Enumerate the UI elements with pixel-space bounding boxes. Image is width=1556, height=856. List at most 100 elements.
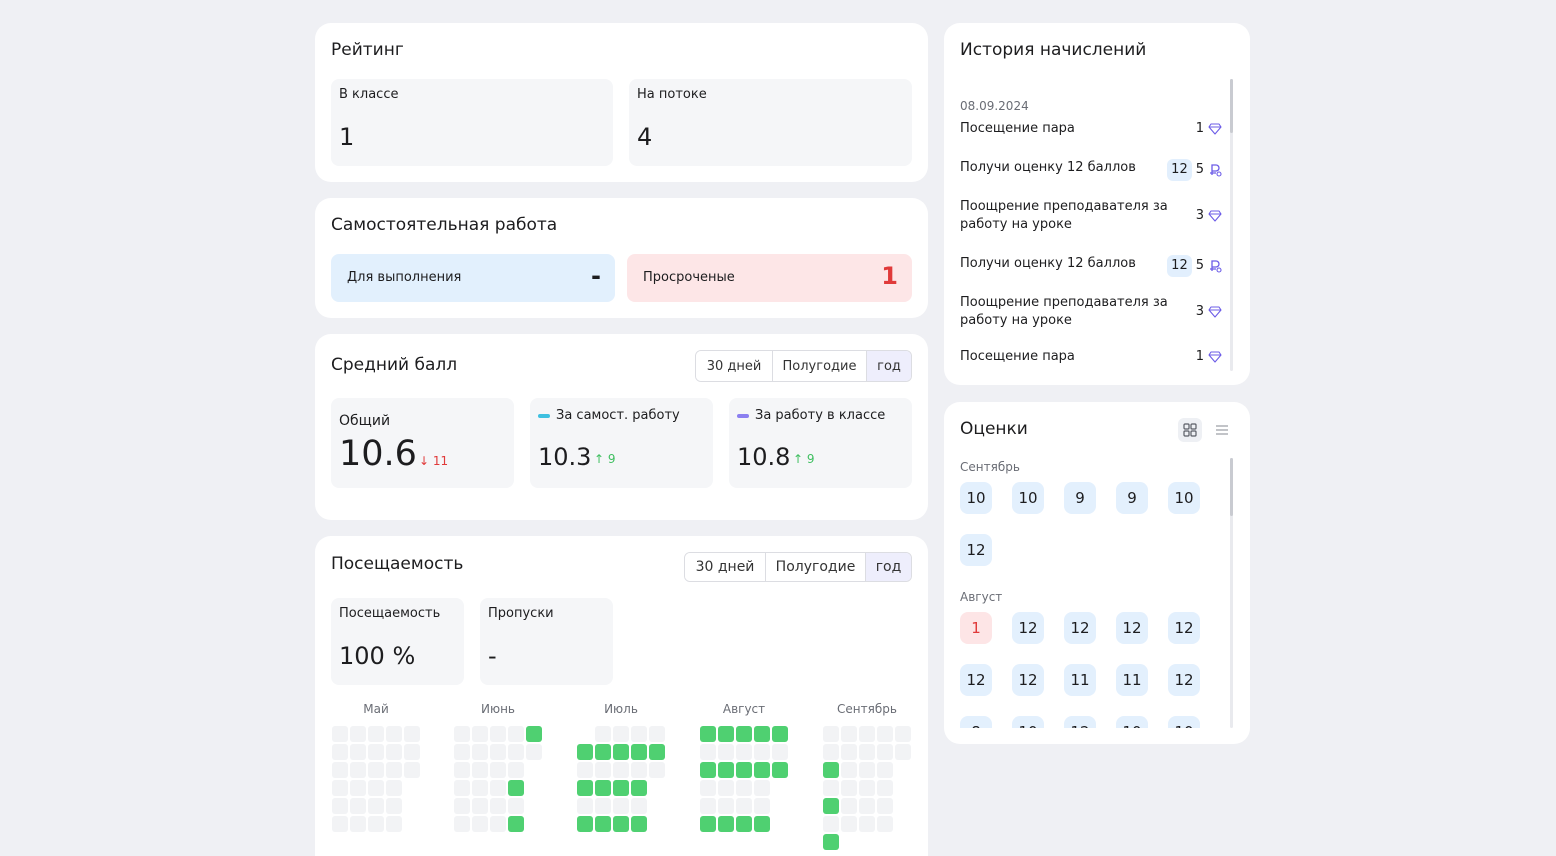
- grade-chip[interactable]: 12: [1168, 612, 1200, 644]
- attendance-day-present: [613, 816, 629, 832]
- history-item-text: Получи оценку 12 баллов: [960, 256, 1136, 271]
- attendance-day: [368, 762, 384, 778]
- grades-list[interactable]: Сентябрь 10 10 9 9 10 12 Август 1 12 12 12 12 12 12 11 1…: [944, 458, 1228, 728]
- attendance-day: [332, 780, 348, 796]
- average-period-year[interactable]: год: [866, 351, 911, 381]
- history-item-text: Поощрение преподавателя за работу на уро…: [960, 295, 1168, 328]
- average-homework-delta: ↑ 9: [594, 452, 616, 466]
- grades-scrollbar[interactable]: [1230, 458, 1233, 728]
- history-item-grade-chip: 12: [1167, 255, 1192, 277]
- grade-chip[interactable]: 12: [1012, 664, 1044, 696]
- grade-chip[interactable]: 12: [1012, 612, 1044, 644]
- attendance-day-present: [754, 726, 770, 742]
- grade-chip[interactable]: 9: [1064, 482, 1096, 514]
- grade-chip[interactable]: 12: [960, 534, 992, 566]
- attendance-period-halfyear[interactable]: Полугодие: [765, 553, 865, 581]
- attendance-period-30days[interactable]: 30 дней: [685, 553, 765, 581]
- rating-class-label: В классе: [339, 87, 399, 102]
- list-view-icon[interactable]: [1210, 418, 1234, 442]
- attendance-day: [454, 798, 470, 814]
- average-classwork-label-row: За работу в классе: [737, 408, 885, 423]
- attendance-day: [613, 762, 629, 778]
- homework-todo-tile[interactable]: Для выполнения -: [331, 254, 615, 302]
- homework-todo-value: -: [591, 262, 601, 290]
- grid-view-icon[interactable]: [1178, 418, 1202, 442]
- attendance-day: [877, 780, 893, 796]
- attendance-day: [368, 744, 384, 760]
- attendance-day: [718, 744, 734, 760]
- average-classwork-label: За работу в классе: [755, 408, 886, 423]
- attendance-day: [877, 762, 893, 778]
- attendance-day: [823, 780, 839, 796]
- average-total-delta: ↓ 11: [419, 454, 449, 468]
- homework-overdue-tile[interactable]: Просроченые 1: [627, 254, 912, 302]
- attendance-day: [472, 798, 488, 814]
- attendance-day: [841, 744, 857, 760]
- attendance-day-present: [772, 762, 788, 778]
- history-item-amount: 5: [1195, 162, 1204, 177]
- attendance-day: [859, 744, 875, 760]
- attendance-day-present: [508, 816, 524, 832]
- grade-chip[interactable]: 12: [960, 664, 992, 696]
- attendance-day: [454, 744, 470, 760]
- grade-chip[interactable]: 11: [1116, 664, 1148, 696]
- grade-chip[interactable]: 11: [1064, 664, 1096, 696]
- attendance-day-present: [595, 780, 611, 796]
- grade-chip[interactable]: 10: [1012, 482, 1044, 514]
- grade-chip[interactable]: 10: [1168, 716, 1200, 728]
- grade-chip[interactable]: 8: [960, 716, 992, 728]
- grade-chip[interactable]: 10: [1168, 482, 1200, 514]
- grade-chip[interactable]: 9: [1116, 482, 1148, 514]
- attendance-day: [736, 744, 752, 760]
- average-period-30days[interactable]: 30 дней: [696, 351, 772, 381]
- attendance-day: [368, 798, 384, 814]
- attendance-day-present: [823, 762, 839, 778]
- grade-chip[interactable]: 12: [1116, 612, 1148, 644]
- grid-glyph: [1183, 423, 1197, 437]
- attendance-day: [404, 726, 420, 742]
- attendance-day-present: [613, 780, 629, 796]
- attendance-day: [613, 726, 629, 742]
- history-card: История начислений 08.09.2024 Посещение …: [944, 23, 1250, 385]
- attendance-day: [577, 762, 593, 778]
- average-period-halfyear[interactable]: Полугодие: [772, 351, 866, 381]
- average-total-tile: Общий 10.6 ↓ 11: [331, 398, 514, 488]
- attendance-day: [718, 798, 734, 814]
- grade-chip[interactable]: 10: [1116, 716, 1148, 728]
- attendance-day: [490, 762, 506, 778]
- attendance-month-label: Сентябрь: [837, 702, 897, 716]
- attendance-day: [859, 726, 875, 742]
- attendance-day-present: [718, 762, 734, 778]
- attendance-day: [332, 798, 348, 814]
- grades-scroll-thumb[interactable]: [1230, 458, 1233, 516]
- grades-card: Оценки Сентябрь 10 10 9 9 10 12 Август 1 12 12 12 12…: [944, 402, 1250, 744]
- attendance-day-present: [754, 816, 770, 832]
- grade-chip[interactable]: 12: [1168, 664, 1200, 696]
- attendance-day: [332, 726, 348, 742]
- grade-chip[interactable]: 12: [1064, 716, 1096, 728]
- grade-chip[interactable]: 1: [960, 612, 992, 644]
- grade-chip[interactable]: 12: [1064, 612, 1096, 644]
- history-scroll-thumb[interactable]: [1230, 79, 1233, 133]
- history-list[interactable]: 08.09.2024 Посещение пара 1 Получи оценку …: [960, 99, 1236, 393]
- grade-chip[interactable]: 10: [1012, 716, 1044, 728]
- grades-title: Оценки: [960, 419, 1028, 439]
- history-item-text: Посещение пара: [960, 349, 1075, 364]
- coin-icon: [1208, 259, 1222, 273]
- attendance-day-present: [631, 816, 647, 832]
- homework-todo-label: Для выполнения: [347, 270, 462, 285]
- attendance-day: [350, 726, 366, 742]
- attendance-day: [386, 780, 402, 796]
- grade-chip[interactable]: 10: [960, 482, 992, 514]
- attendance-month-label: Июль: [604, 702, 638, 716]
- attendance-day-present: [577, 744, 593, 760]
- history-item-grade-chip: 12: [1167, 159, 1192, 181]
- attendance-period-year[interactable]: год: [865, 553, 911, 581]
- rating-title: Рейтинг: [331, 40, 404, 60]
- attendance-day: [859, 780, 875, 796]
- attendance-day-present: [772, 726, 788, 742]
- history-scrollbar[interactable]: [1230, 79, 1233, 371]
- attendance-day: [841, 816, 857, 832]
- classwork-series-marker: [737, 413, 749, 418]
- attendance-day: [508, 744, 524, 760]
